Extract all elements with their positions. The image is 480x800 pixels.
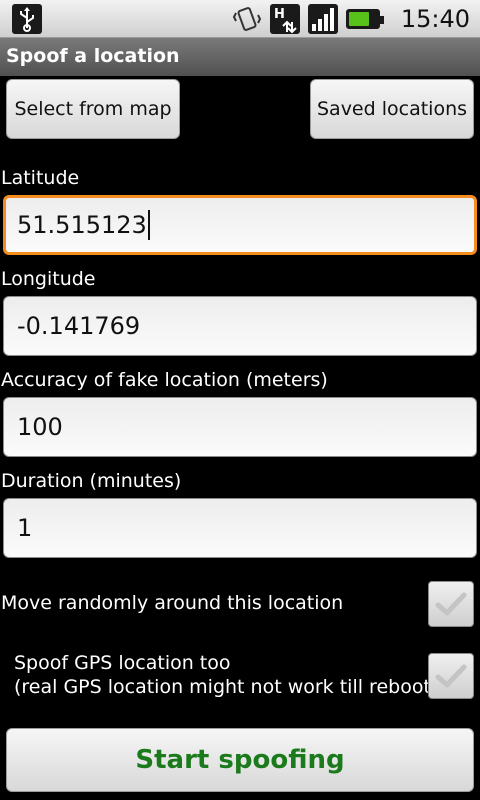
spoof-gps-label-line2: (real GPS location might not work till r… — [14, 676, 439, 698]
latitude-input[interactable]: 51.515123 — [3, 195, 477, 255]
accuracy-input[interactable]: 100 — [3, 397, 477, 457]
checkmark-icon — [435, 664, 467, 688]
longitude-label: Longitude — [1, 268, 96, 290]
accuracy-value: 100 — [17, 413, 63, 441]
accuracy-label: Accuracy of fake location (meters) — [1, 369, 328, 391]
hspa-data-icon: H — [270, 4, 300, 34]
text-caret — [147, 210, 150, 240]
longitude-input[interactable]: -0.141769 — [3, 296, 477, 356]
svg-text:H: H — [274, 7, 285, 22]
title-bar: Spoof a location — [0, 38, 480, 76]
status-time: 15:40 — [400, 5, 470, 33]
longitude-value: -0.141769 — [17, 312, 141, 340]
usb-icon — [12, 4, 42, 34]
duration-input[interactable]: 1 — [3, 498, 477, 558]
latitude-value: 51.515123 — [17, 211, 147, 239]
select-from-map-button[interactable]: Select from map — [6, 79, 180, 139]
start-spoofing-button[interactable]: Start spoofing — [6, 728, 474, 792]
signal-icon — [308, 4, 338, 34]
move-randomly-checkbox[interactable] — [428, 581, 474, 627]
move-randomly-label: Move randomly around this location — [1, 592, 344, 614]
saved-locations-button[interactable]: Saved locations — [310, 79, 474, 139]
duration-label: Duration (minutes) — [1, 470, 182, 492]
checkmark-icon — [435, 592, 467, 616]
battery-charging-icon — [346, 9, 384, 29]
vibrate-icon — [232, 7, 262, 31]
spoof-gps-label: Spoof GPS location too (real GPS locatio… — [14, 651, 438, 699]
status-bar: H 15:40 — [0, 0, 480, 38]
latitude-label: Latitude — [1, 167, 80, 189]
page-title: Spoof a location — [6, 45, 180, 67]
duration-value: 1 — [17, 514, 33, 542]
spoof-gps-label-line1: Spoof GPS location too — [14, 652, 231, 674]
spoof-gps-checkbox[interactable] — [428, 653, 474, 699]
